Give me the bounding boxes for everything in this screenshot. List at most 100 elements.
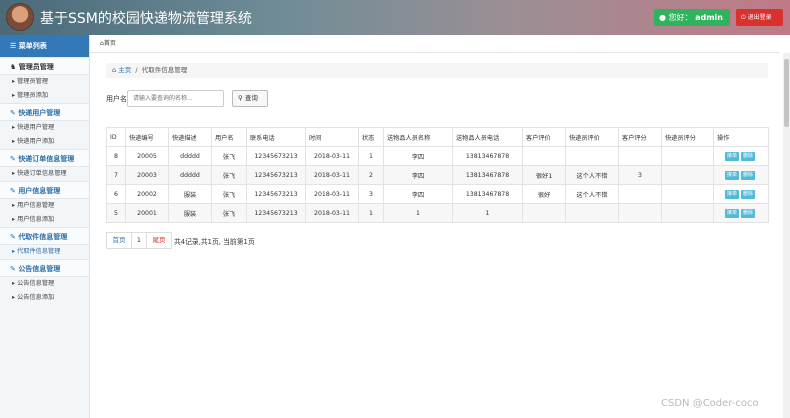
table-cell: 1: [358, 146, 384, 166]
table-cell: [522, 203, 566, 223]
accept-order-button[interactable]: 接单: [724, 151, 739, 161]
sidebar-item-orders-manage[interactable]: ▸ 快递订单信息管理: [0, 167, 89, 181]
accept-order-button[interactable]: 接单: [724, 208, 739, 218]
delete-button[interactable]: 删除: [741, 189, 756, 199]
table-cell: 很好1: [522, 165, 566, 185]
table-cell: 8: [106, 146, 126, 166]
caret-right-icon: ▸: [12, 294, 16, 301]
sidebar-item-user-info-manage[interactable]: ▸ 用户信息管理: [0, 199, 89, 213]
sidebar-item-pickup-manage[interactable]: ▸ 代取件信息管理: [0, 245, 89, 259]
user-greeting-button[interactable]: ● 您好： admin: [654, 9, 730, 26]
column-header: 快递员评分: [661, 127, 714, 147]
pager-last-button[interactable]: 尾页: [146, 232, 172, 249]
username: admin: [695, 13, 723, 22]
column-header: 联系电话: [246, 127, 306, 147]
sidebar-group-courier-users[interactable]: ✎ 快递用户管理: [0, 103, 89, 121]
breadcrumb-separator: /: [133, 66, 140, 74]
table-cell-actions: 接单 删除: [713, 184, 769, 204]
table-cell: [661, 184, 714, 204]
column-header: 快递编号: [125, 127, 169, 147]
column-header: 快递描述: [168, 127, 212, 147]
user-icon: ♞: [10, 63, 17, 71]
table-row: 6 20002 服装 张飞 12345673213 2018-03-11 3 李四 138134…: [106, 184, 769, 204]
sidebar-item-admin-add[interactable]: ▸ 管理员添加: [0, 89, 89, 103]
power-icon: ⏻: [741, 14, 746, 21]
sidebar-item-label: 快递用户管理: [17, 124, 55, 131]
list-icon: ☰: [10, 42, 17, 50]
table-cell: 2018-03-11: [305, 146, 359, 166]
delete-button[interactable]: 删除: [741, 170, 756, 180]
table-cell: [661, 146, 714, 166]
table-cell: 5: [106, 203, 126, 223]
table-cell: [618, 203, 662, 223]
accept-order-button[interactable]: 接单: [724, 170, 739, 180]
table-cell: 2: [358, 165, 384, 185]
sidebar-group-label: 用户信息管理: [18, 187, 61, 195]
table-cell: 张飞: [211, 165, 247, 185]
scrollbar-thumb[interactable]: [784, 59, 789, 127]
table-cell: 7: [106, 165, 126, 185]
table-cell: 这个人不错: [565, 165, 619, 185]
sidebar-item-notice-add[interactable]: ▸ 公告信息添加: [0, 291, 89, 305]
sidebar-heading: ☰ 菜单列表: [0, 35, 89, 57]
delete-button[interactable]: 删除: [741, 151, 756, 161]
search-button-label: 查询: [244, 94, 258, 102]
table-cell: [618, 184, 662, 204]
search-input[interactable]: [127, 90, 224, 107]
sidebar-item-notice-manage[interactable]: ▸ 公告信息管理: [0, 277, 89, 291]
sidebar-item-courier-users-manage[interactable]: ▸ 快递用户管理: [0, 121, 89, 135]
column-header: ID: [106, 127, 126, 147]
search-button[interactable]: ⚲ 查询: [232, 90, 268, 107]
table-cell: 3: [358, 184, 384, 204]
caret-right-icon: ▸: [12, 280, 16, 287]
table-cell: 张飞: [211, 184, 247, 204]
sidebar-group-orders[interactable]: ✎ 快递订单信息管理: [0, 149, 89, 167]
table-cell: [661, 165, 714, 185]
table-cell: ddddd: [168, 165, 212, 185]
search-label: 用户名: [106, 95, 127, 103]
sidebar-item-user-info-add[interactable]: ▸ 用户信息添加: [0, 213, 89, 227]
table-cell: 张飞: [211, 146, 247, 166]
table-row: 7 20003 ddddd 张飞 12345673213 2018-03-11 2 李四 138…: [106, 165, 769, 185]
table-cell: 1: [358, 203, 384, 223]
sidebar-group-user-info[interactable]: ✎ 用户信息管理: [0, 181, 89, 199]
column-header: 时间: [305, 127, 359, 147]
table-cell: 1: [383, 203, 453, 223]
table-cell: 1: [452, 203, 523, 223]
sidebar-group-notice[interactable]: ✎ 公告信息管理: [0, 259, 89, 277]
pickup-table: ID 快递编号 快递描述 用户名 联系电话 时间 状态 送物品人员名称 送物品人员电话 客户评价快…: [106, 127, 769, 223]
delete-button[interactable]: 删除: [741, 208, 756, 218]
sidebar-item-label: 快递用户添加: [17, 138, 55, 145]
tab-home[interactable]: ⌂首页: [90, 35, 780, 53]
breadcrumb-home-link[interactable]: 主页: [118, 66, 131, 74]
table-row: 5 20001 服装 张飞 12345673213 2018-03-11 1 1 1 接单 删除: [106, 203, 769, 223]
sidebar-group-label: 公告信息管理: [18, 265, 61, 273]
table-cell: 2018-03-11: [305, 203, 359, 223]
pager-page-button[interactable]: 1: [131, 232, 147, 249]
sidebar-item-label: 用户信息添加: [17, 216, 55, 223]
table-cell: 这个人不错: [565, 184, 619, 204]
sidebar-item-courier-users-add[interactable]: ▸ 快递用户添加: [0, 135, 89, 149]
table-cell: [565, 146, 619, 166]
pager-info: 共4记录,共1页, 当前第1页: [174, 238, 255, 246]
sidebar-group-label: 快递订单信息管理: [18, 155, 75, 163]
sidebar-item-label: 代取件信息管理: [17, 248, 61, 255]
sidebar-group-label: 快递用户管理: [18, 109, 61, 117]
caret-right-icon: ▸: [12, 170, 16, 177]
accept-order-button[interactable]: 接单: [724, 189, 739, 199]
edit-icon: ✎: [10, 187, 16, 195]
table-cell: 20002: [125, 184, 169, 204]
sidebar-item-admin-manage[interactable]: ▸ 管理员管理: [0, 75, 89, 89]
logout-button[interactable]: ⏻ 退出登录: [736, 9, 783, 26]
caret-right-icon: ▸: [12, 216, 16, 223]
caret-right-icon: ▸: [12, 202, 16, 209]
search-icon: ⚲: [238, 94, 243, 102]
table-cell: [522, 146, 566, 166]
column-header: 送物品人员电话: [452, 127, 523, 147]
sidebar-group-pickup[interactable]: ✎ 代取件信息管理: [0, 227, 89, 245]
sidebar-group-label: 代取件信息管理: [18, 233, 68, 241]
pager-first-button[interactable]: 首页: [106, 232, 132, 249]
sidebar-item-label: 管理员添加: [17, 92, 49, 99]
sidebar-group-admin[interactable]: ♞ 管理员管理: [0, 57, 89, 75]
breadcrumb-current: 代取件信息管理: [141, 66, 188, 74]
